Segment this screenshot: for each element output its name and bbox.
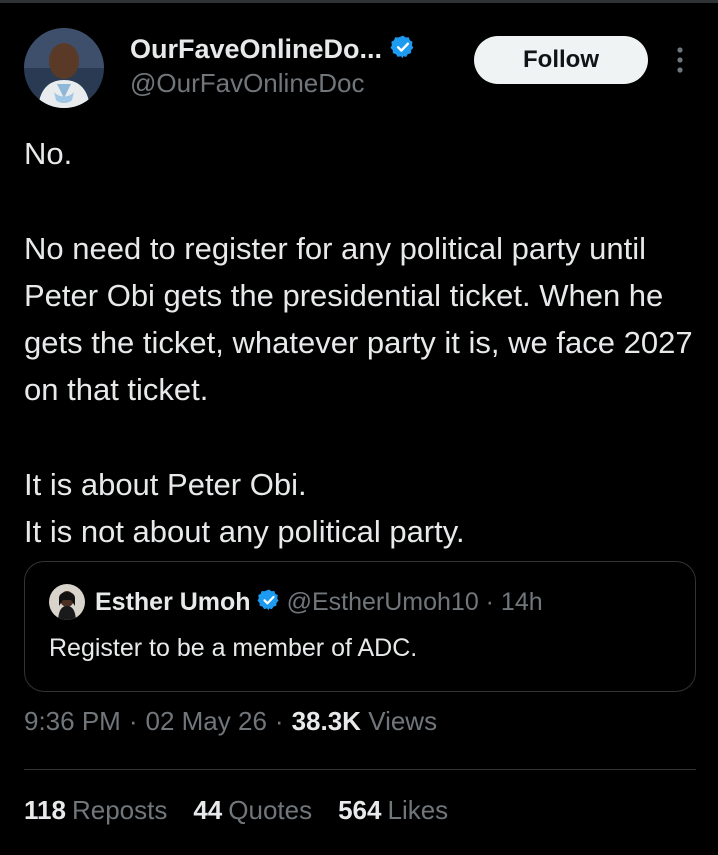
tweet-header: OurFaveOnlineDo... @OurFavOnlineDoc Foll…: [24, 28, 694, 110]
quoted-tweet-text: Register to be a member of ADC.: [49, 634, 418, 662]
tweet-paragraph: It is about Peter Obi.: [24, 467, 307, 502]
engagement-stats: 118 Reposts 44 Quotes 564 Likes: [24, 795, 448, 826]
top-divider: [0, 0, 718, 3]
reposts-count: 118: [24, 795, 66, 825]
tweet-time[interactable]: 9:36 PM: [24, 706, 121, 737]
quotes-count: 44: [193, 795, 223, 825]
more-vertical-icon[interactable]: [672, 44, 688, 76]
verified-badge-icon: [390, 34, 416, 65]
quoted-author-handle-time[interactable]: @EstherUmoh10 · 14h: [287, 588, 543, 617]
quoted-tweet-header: Esther Umoh @EstherUmoh10 · 14h: [49, 584, 543, 620]
quoted-tweet-card[interactable]: Esther Umoh @EstherUmoh10 · 14h Register…: [24, 561, 696, 692]
author-avatar[interactable]: [24, 28, 104, 108]
author-display-name[interactable]: OurFaveOnlineDo...: [130, 34, 382, 65]
likes-label: Likes: [387, 795, 449, 825]
stats-divider: [24, 769, 696, 770]
quoted-author-name[interactable]: Esther Umoh: [95, 588, 251, 617]
meta-separator: ·: [128, 706, 138, 736]
tweet-body: No. No need to register for any politica…: [24, 130, 704, 555]
quoted-author-avatar: [49, 584, 85, 620]
author-handle[interactable]: @OurFavOnlineDoc: [130, 68, 460, 99]
tweet-paragraph: No need to register for any political pa…: [24, 231, 693, 407]
reposts-stat[interactable]: 118 Reposts: [24, 795, 167, 826]
tweet-paragraph: It is not about any political party.: [24, 514, 465, 549]
reposts-label: Reposts: [71, 795, 168, 825]
verified-badge-icon: [257, 588, 281, 617]
likes-count: 564: [338, 795, 382, 825]
tweet-paragraph: No.: [24, 136, 73, 171]
tweet-meta: 9:36 PM · 02 May 26 · 38.3K Views: [24, 706, 437, 737]
quotes-stat[interactable]: 44 Quotes: [193, 795, 312, 826]
meta-separator: ·: [274, 706, 284, 736]
likes-stat[interactable]: 564 Likes: [338, 795, 448, 826]
quotes-label: Quotes: [228, 795, 313, 825]
views-label: Views: [368, 706, 438, 736]
follow-button[interactable]: Follow: [474, 36, 648, 84]
views-count: 38.3K: [291, 706, 361, 736]
tweet-date[interactable]: 02 May 26: [146, 706, 267, 737]
author-names: OurFaveOnlineDo... @OurFavOnlineDoc: [130, 32, 460, 99]
